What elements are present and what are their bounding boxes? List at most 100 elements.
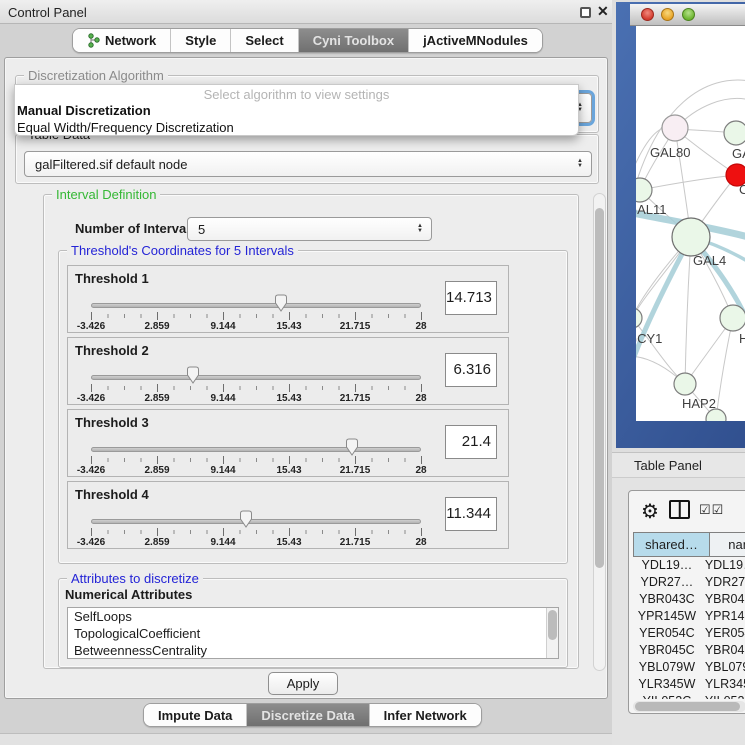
slider-knob[interactable] (345, 438, 359, 456)
slider-tick-label: 28 (415, 321, 426, 332)
close-icon[interactable]: ✕ (597, 3, 609, 20)
slider-knob[interactable] (274, 294, 288, 312)
cell-name[interactable]: YER054C (701, 625, 745, 642)
slider-tick-label: 28 (415, 393, 426, 404)
cell-shared-name[interactable]: YBR043C (633, 591, 701, 608)
apply-button[interactable]: Apply (268, 672, 338, 695)
network-window-frame[interactable]: GAL80GACGAL11GAL4GCY1HHAP2 (616, 2, 745, 448)
threshold-panel: Threshold 3 -3.4262.8599.14415.4321.7152… (67, 409, 509, 477)
network-window-titlebar[interactable] (630, 4, 745, 26)
table-row[interactable]: YIL052CYIL052C (633, 693, 745, 699)
column-header-shared-name[interactable]: shared… (633, 532, 710, 557)
tab-network[interactable]: Network (73, 29, 171, 52)
scrollbar-thumb[interactable] (595, 208, 604, 568)
slider-tick-label: 15.43 (276, 465, 301, 476)
network-canvas[interactable]: GAL80GACGAL11GAL4GCY1HHAP2 (636, 26, 745, 421)
table-row[interactable]: YLR345WYLR345W (633, 676, 745, 693)
slider-knob[interactable] (239, 510, 253, 528)
cell-name[interactable]: YBL079W (701, 659, 745, 676)
threshold-value-field[interactable]: 6.316 (445, 353, 497, 387)
cell-name[interactable]: YBR043C (701, 591, 745, 608)
table-horizontal-scrollbar[interactable] (633, 701, 745, 712)
slider-major-tick (355, 312, 356, 320)
zoom-light[interactable] (682, 8, 695, 21)
cell-name[interactable]: YLR345W (701, 676, 745, 693)
attributes-listbox[interactable]: SelfLoopsTopologicalCoefficientBetweenne… (67, 607, 559, 659)
slider-track[interactable] (91, 447, 421, 452)
network-thick-edge (636, 237, 691, 374)
float-window-icon[interactable] (580, 7, 591, 18)
cell-name[interactable]: YIL052C (701, 693, 745, 699)
node-gcy1[interactable] (636, 308, 642, 328)
tab-jactivemnodules[interactable]: jActiveMNodules (409, 29, 542, 52)
table-panel-card: ⚙ ☑☑ shared… name YDL19…YDL19…YDR27…YDR2… (628, 490, 745, 714)
slider-track[interactable] (91, 303, 421, 308)
table-row[interactable]: YDR27…YDR27… (633, 574, 745, 591)
tab-infer-network[interactable]: Infer Network (370, 704, 481, 726)
list-scrollbar[interactable] (546, 608, 558, 658)
table-row[interactable]: YBR043CYBR043C (633, 591, 745, 608)
table-row[interactable]: YBL079WYBL079W (633, 659, 745, 676)
slider-tick-label: 9.144 (210, 465, 235, 476)
cell-shared-name[interactable]: YDL19… (633, 557, 701, 574)
slider-minor-ticks (91, 314, 422, 318)
cell-name[interactable]: YDR27… (701, 574, 745, 591)
attribute-list-item[interactable]: SelfLoops (68, 608, 558, 625)
attribute-list-item[interactable]: BetweennessCentrality (68, 642, 558, 659)
table-row[interactable]: YDL19…YDL19… (633, 557, 745, 574)
main-scrollbar[interactable] (593, 193, 606, 671)
slider-tick-label: 28 (415, 537, 426, 548)
node-hap2[interactable] (674, 373, 696, 395)
cell-name[interactable]: YBR045C (701, 642, 745, 659)
slider-track[interactable] (91, 519, 421, 524)
table-row[interactable]: YER054CYER054C (633, 625, 745, 642)
node-gal4[interactable] (672, 218, 710, 256)
cell-shared-name[interactable]: YER054C (633, 625, 701, 642)
threshold-value-field[interactable]: 14.713 (445, 281, 497, 315)
cell-shared-name[interactable]: YLR345W (633, 676, 701, 693)
minimize-light[interactable] (661, 8, 674, 21)
node-his[interactable] (720, 305, 745, 331)
table-row[interactable]: YBR045CYBR045C (633, 642, 745, 659)
node-top-right[interactable] (724, 121, 745, 145)
split-columns-icon[interactable] (669, 500, 690, 519)
slider-major-tick (421, 456, 422, 464)
dropdown-item[interactable]: Manual Discretization (15, 102, 578, 119)
column-header-name[interactable]: name (710, 532, 745, 557)
cell-shared-name[interactable]: YDR27… (633, 574, 701, 591)
cell-shared-name[interactable]: YBR045C (633, 642, 701, 659)
num-intervals-combobox[interactable]: 5 ▲▼ (187, 217, 432, 241)
threshold-value-field[interactable]: 11.344 (445, 497, 497, 531)
scrollbar-thumb[interactable] (635, 702, 740, 711)
tab-select[interactable]: Select (231, 29, 298, 52)
gear-icon[interactable]: ⚙ (641, 499, 659, 524)
slider-tick-label: 2.859 (144, 321, 169, 332)
cell-name[interactable]: YPR145W (701, 608, 745, 625)
node-gal80[interactable] (662, 115, 688, 141)
slider-major-tick (157, 528, 158, 536)
tab-style[interactable]: Style (171, 29, 231, 52)
cell-shared-name[interactable]: YPR145W (633, 608, 701, 625)
checkbox-icons[interactable]: ☑☑ (699, 502, 724, 518)
dropdown-placeholder-item[interactable]: Select algorithm to view settings (15, 85, 578, 102)
cell-shared-name[interactable]: YBL079W (633, 659, 701, 676)
tab-impute-data[interactable]: Impute Data (144, 704, 247, 726)
tab-cyni-toolbox[interactable]: Cyni Toolbox (299, 29, 409, 52)
close-light[interactable] (641, 8, 654, 21)
cell-name[interactable]: YDL19… (701, 557, 745, 574)
slider-track[interactable] (91, 375, 421, 380)
dropdown-items: Manual DiscretizationEqual Width/Frequen… (15, 102, 578, 136)
tab-discretize-data[interactable]: Discretize Data (247, 704, 369, 726)
threshold-value-field[interactable]: 21.4 (445, 425, 497, 459)
network-edge (716, 318, 733, 419)
cell-shared-name[interactable]: YIL052C (633, 693, 701, 699)
slider-major-tick (289, 456, 290, 464)
tab-label: jActiveMNodules (423, 33, 528, 48)
scrollbar-thumb[interactable] (548, 610, 557, 640)
table-row[interactable]: YPR145WYPR145W (633, 608, 745, 625)
table-data-combobox[interactable]: galFiltered.sif default node ▲▼ (24, 151, 592, 177)
dropdown-item[interactable]: Equal Width/Frequency Discretization (15, 119, 578, 136)
slider-knob[interactable] (186, 366, 200, 384)
node-gal11[interactable] (636, 178, 652, 202)
attribute-list-item[interactable]: TopologicalCoefficient (68, 625, 558, 642)
